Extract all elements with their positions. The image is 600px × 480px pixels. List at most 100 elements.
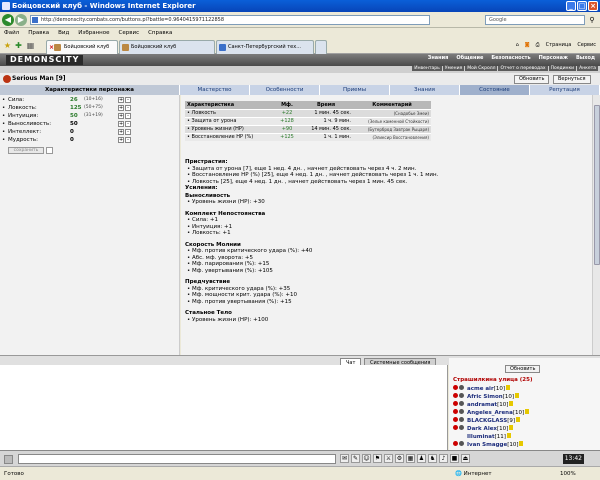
increase-stat-button[interactable]: + — [118, 129, 124, 135]
refresh-button[interactable]: Обновить — [514, 75, 550, 84]
tools-menu[interactable]: Сервис — [577, 42, 596, 48]
menu-help[interactable]: Справка — [148, 28, 172, 38]
tab-character-stats[interactable]: Характеристики персонажа — [0, 85, 180, 95]
decrease-stat-button[interactable]: - — [125, 105, 131, 111]
list-item[interactable]: Ivan Smagge[10] — [453, 441, 524, 449]
new-tab-button[interactable] — [315, 40, 327, 54]
increase-stat-button[interactable]: + — [118, 121, 124, 127]
search-input[interactable]: Google — [485, 15, 585, 25]
tab-1[interactable]: × Бойцовский клуб — [46, 40, 118, 54]
sub-inventory[interactable]: Инвентарь — [412, 66, 442, 71]
stat-row: • Ловкость: 125 (50+75) + - — [2, 104, 178, 112]
forward-button[interactable]: ▶ — [15, 14, 27, 26]
sound-icon[interactable]: ♪ — [439, 454, 448, 463]
sub-my-scroll[interactable]: Мой Скролл — [465, 66, 498, 71]
save-button[interactable]: сохранить — [8, 147, 44, 154]
increase-stat-button[interactable]: + — [118, 137, 124, 143]
tab-2[interactable]: Бойцовский клуб — [119, 40, 215, 54]
add-favorites-icon[interactable]: ✚ — [14, 41, 23, 50]
tab-reputation[interactable]: Репутация — [530, 85, 600, 95]
list-item[interactable]: Angeles_Arena[10] — [453, 409, 530, 417]
return-button[interactable]: Вернуться — [553, 75, 591, 84]
list-item[interactable]: Dark Alex[10] — [453, 425, 514, 433]
stat-row: • Интуиция: 50 (31+19) + - — [2, 112, 178, 120]
decrease-stat-button[interactable]: - — [125, 137, 131, 143]
tab-3[interactable]: Санкт-Петербургский тех... — [216, 40, 314, 54]
stop-icon[interactable]: ■ — [450, 454, 459, 463]
menu-tools[interactable]: Сервис — [119, 28, 140, 38]
main-scrollbar[interactable] — [592, 95, 600, 355]
print-icon[interactable]: ⎙ — [536, 42, 540, 48]
list-item[interactable]: Illuminat[11] — [453, 433, 511, 441]
decrease-stat-button[interactable]: - — [125, 121, 131, 127]
sub-profile[interactable]: Анкета — [577, 66, 598, 71]
game-clock: 13:42 — [562, 454, 584, 464]
close-button[interactable]: × — [588, 1, 598, 11]
page-menu[interactable]: Страница — [546, 42, 572, 48]
exit-icon[interactable]: ⏏ — [461, 454, 470, 463]
search-icon[interactable]: ⚲ — [587, 15, 597, 25]
filter-icon[interactable]: ⚑ — [373, 454, 382, 463]
menu-security[interactable]: Безопасность — [488, 55, 533, 61]
map-icon[interactable]: ▦ — [406, 454, 415, 463]
menu-favorites[interactable]: Избранное — [78, 28, 109, 38]
feeds-icon[interactable]: ◙ — [525, 42, 530, 48]
tab-tricks[interactable]: Приемы — [320, 85, 390, 95]
decrease-stat-button[interactable]: - — [125, 97, 131, 103]
decrease-stat-button[interactable]: - — [125, 113, 131, 119]
table-row: • Ловкость +22 1 мин. 45 сек. (Снадобье Зм… — [185, 108, 431, 117]
increase-stat-button[interactable]: + — [118, 97, 124, 103]
back-button[interactable]: ◀ — [2, 14, 14, 26]
increase-stat-button[interactable]: + — [118, 113, 124, 119]
decrease-stat-button[interactable]: - — [125, 129, 131, 135]
tab-mastery[interactable]: Мастерство — [180, 85, 250, 95]
scrollbar-thumb[interactable] — [594, 105, 600, 265]
home-icon[interactable]: ⌂ — [516, 42, 519, 48]
sub-fights[interactable]: Поединки — [548, 66, 577, 71]
menu-exit[interactable]: Выход — [573, 55, 598, 61]
send-icon[interactable]: ✉ — [340, 454, 349, 463]
info-icon — [519, 441, 524, 446]
menu-file[interactable]: Файл — [4, 28, 19, 38]
menu-communication[interactable]: Общение — [453, 55, 486, 61]
tab-state[interactable]: Состояние — [460, 85, 530, 95]
menu-edit[interactable]: Правка — [28, 28, 49, 38]
settings-icon[interactable]: ⚙ — [395, 454, 404, 463]
chat-area[interactable] — [0, 365, 448, 450]
menu-character[interactable]: Персонаж — [536, 55, 571, 61]
zoom-level[interactable]: 100% — [560, 467, 576, 480]
clear-icon[interactable]: ✎ — [351, 454, 360, 463]
menu-view[interactable]: Вид — [58, 28, 69, 38]
chat-input[interactable] — [18, 454, 336, 464]
clan-icon — [453, 401, 458, 406]
addictions-block: Пристрастия: • Защита от урона [7], еще … — [185, 159, 438, 323]
list-item[interactable]: BLACKGLASS[9] — [453, 417, 520, 425]
list-item: • Мф. увертывания (%): +105 — [187, 267, 273, 274]
save-checkbox[interactable] — [46, 147, 53, 154]
clan-icon — [453, 441, 458, 446]
fight-icon[interactable]: ⚔ — [384, 454, 393, 463]
minimize-button[interactable]: _ — [566, 1, 576, 11]
tab-features[interactable]: Особенности — [250, 85, 320, 95]
list-item[interactable]: andramat[10] — [453, 401, 514, 409]
refresh-online-button[interactable]: Обновить — [505, 365, 541, 373]
increase-stat-button[interactable]: + — [118, 105, 124, 111]
url-field[interactable]: http://demonscity.combats.com/buttons.pl… — [30, 15, 430, 25]
tab-knowledge[interactable]: Знания — [390, 85, 460, 95]
smiles-icon[interactable]: ☺ — [362, 454, 371, 463]
character-name[interactable]: Serious Man [9] — [12, 75, 66, 82]
tab-list-icon[interactable]: ▦ — [26, 41, 35, 50]
menu-knowledge[interactable]: Знания — [425, 55, 452, 61]
list-item: • Мф. против увертывания (%): +15 — [187, 298, 292, 305]
walk-icon[interactable]: ♞ — [428, 454, 437, 463]
sub-transfer-report[interactable]: Отчет о переводах — [498, 66, 548, 71]
chat-mode-icon[interactable] — [4, 455, 13, 464]
list-item[interactable]: acme air[10] — [453, 385, 510, 393]
list-item[interactable]: Afric Simon[10] — [453, 393, 519, 401]
maximize-button[interactable]: □ — [577, 1, 587, 11]
table-header-row: Характеристика Мф. Время Комментарий — [185, 101, 431, 109]
sub-skills[interactable]: Умения — [442, 66, 465, 71]
people-icon[interactable]: ♟ — [417, 454, 426, 463]
clan-icon — [453, 393, 458, 398]
favorites-star-icon[interactable]: ★ — [3, 41, 12, 50]
